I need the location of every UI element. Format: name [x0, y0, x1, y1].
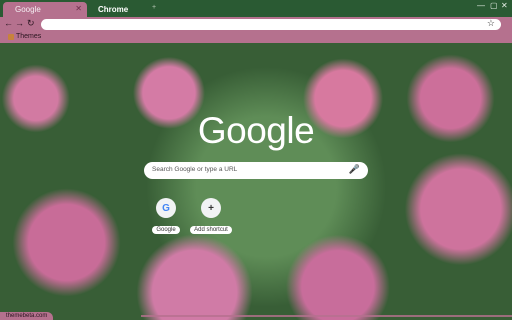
- maximize-icon[interactable]: ▢: [490, 1, 498, 10]
- omnibox[interactable]: ☆: [41, 18, 501, 30]
- bookmarks-bar: Themes: [0, 32, 512, 43]
- themes-folder-icon: [8, 33, 14, 40]
- theme-credit[interactable]: themebeta.com: [0, 312, 54, 320]
- bottom-divider: [141, 315, 512, 317]
- tab-google[interactable]: Google ✕: [3, 2, 87, 17]
- add-icon: +: [201, 198, 221, 218]
- tab-close-icon[interactable]: ✕: [75, 4, 82, 13]
- search-box[interactable]: Search Google or type a URL 🎤: [144, 162, 368, 179]
- new-tab-page: Google Search Google or type a URL 🎤 G G…: [0, 43, 512, 320]
- tab-label: Google: [15, 5, 41, 14]
- shortcut-icon-letter: G: [162, 202, 170, 214]
- google-logo: Google: [197, 110, 315, 151]
- shortcut-label: Google: [152, 226, 180, 234]
- forward-icon[interactable]: →: [15, 18, 24, 28]
- add-icon-plus: +: [208, 202, 214, 214]
- tab-label: Chrome: [98, 5, 129, 14]
- shortcut-add[interactable]: + Add shortcut: [181, 198, 241, 236]
- bookmark-themes[interactable]: Themes: [8, 33, 41, 40]
- new-tab-icon[interactable]: +: [152, 4, 156, 11]
- minimize-icon[interactable]: —: [477, 1, 485, 10]
- reload-icon[interactable]: ↻: [27, 18, 35, 29]
- shortcut-label: Add shortcut: [190, 226, 232, 234]
- microphone-icon[interactable]: 🎤: [349, 164, 360, 175]
- bookmark-label: Themes: [16, 33, 42, 40]
- tab-strip: Google ✕ Chrome + — ▢ ✕: [0, 0, 512, 17]
- search-placeholder: Search Google or type a URL: [152, 166, 238, 173]
- back-icon[interactable]: ←: [4, 18, 13, 28]
- google-g-icon: G: [156, 198, 176, 218]
- close-window-icon[interactable]: ✕: [501, 1, 508, 10]
- tab-chrome[interactable]: Chrome: [86, 2, 156, 17]
- toolbar: ← → ↻ ☆: [0, 17, 512, 32]
- bookmark-star-icon[interactable]: ☆: [487, 18, 495, 29]
